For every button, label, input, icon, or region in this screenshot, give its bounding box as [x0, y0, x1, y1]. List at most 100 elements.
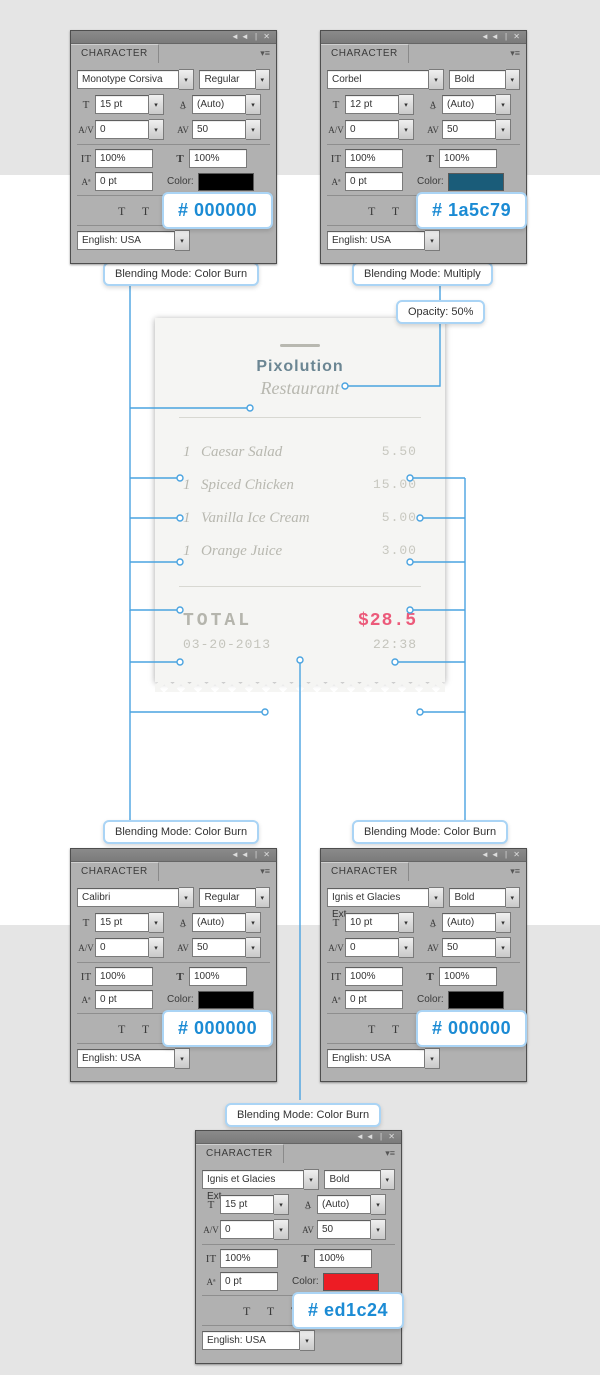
baseline-input[interactable]: 0 pt	[345, 172, 403, 191]
font-style-input[interactable]: Bold	[449, 70, 505, 89]
dropdown-icon[interactable]: ▾	[256, 887, 270, 908]
tracking-input[interactable]: 50	[442, 938, 496, 957]
dropdown-icon[interactable]: ▾	[274, 1219, 289, 1240]
kerning-input[interactable]: 0	[95, 120, 149, 139]
font-style-input[interactable]: Regular	[199, 70, 255, 89]
panel-menu-icon[interactable]: ▾≡	[510, 48, 520, 59]
dropdown-icon[interactable]: ▾	[506, 69, 520, 90]
dropdown-icon[interactable]: ▾	[381, 1169, 395, 1190]
kerning-input[interactable]: 0	[220, 1220, 274, 1239]
dropdown-icon[interactable]: ▾	[506, 887, 520, 908]
dropdown-icon[interactable]: ▾	[149, 94, 164, 115]
font-family-input[interactable]: Monotype Corsiva	[77, 70, 179, 89]
dropdown-icon[interactable]: ▾	[304, 1169, 318, 1190]
vscale-input[interactable]: 100%	[95, 967, 153, 986]
color-swatch[interactable]	[198, 173, 254, 191]
character-tab[interactable]: CHARACTER	[71, 862, 159, 881]
panel-menu-icon[interactable]: ▾≡	[260, 866, 270, 877]
font-size-input[interactable]: 12 pt	[345, 95, 399, 114]
dropdown-icon[interactable]: ▾	[399, 94, 414, 115]
dropdown-icon[interactable]: ▾	[246, 937, 261, 958]
dropdown-icon[interactable]: ▾	[179, 887, 193, 908]
panel-menu-icon[interactable]: ▾≡	[385, 1148, 395, 1159]
dropdown-icon[interactable]: ▾	[429, 69, 443, 90]
dropdown-icon[interactable]: ▾	[425, 1048, 440, 1069]
kerning-input[interactable]: 0	[345, 938, 399, 957]
font-style-input[interactable]: Regular	[199, 888, 255, 907]
leading-input[interactable]: (Auto)	[442, 95, 496, 114]
dropdown-icon[interactable]: ▾	[429, 887, 443, 908]
dropdown-icon[interactable]: ▾	[246, 912, 261, 933]
panel-menu-icon[interactable]: ▾≡	[510, 866, 520, 877]
dropdown-icon[interactable]: ▾	[371, 1194, 386, 1215]
font-style-input[interactable]: Bold	[324, 1170, 380, 1189]
font-size-input[interactable]: 15 pt	[95, 95, 149, 114]
window-controls-icon[interactable]: ◄◄ | ✕	[231, 32, 272, 41]
font-family-input[interactable]: Calibri	[77, 888, 179, 907]
dropdown-icon[interactable]: ▾	[149, 912, 164, 933]
kerning-input[interactable]: 0	[95, 938, 149, 957]
color-swatch[interactable]	[323, 1273, 379, 1291]
hscale-input[interactable]: 100%	[439, 149, 497, 168]
dropdown-icon[interactable]: ▾	[496, 94, 511, 115]
language-input[interactable]: English: USA	[77, 231, 175, 250]
leading-input[interactable]: (Auto)	[192, 913, 246, 932]
font-style-input[interactable]: Bold	[449, 888, 505, 907]
window-controls-icon[interactable]: ◄◄ | ✕	[481, 850, 522, 859]
kerning-input[interactable]: 0	[345, 120, 399, 139]
dropdown-icon[interactable]: ▾	[399, 912, 414, 933]
font-size-input[interactable]: 15 pt	[220, 1195, 274, 1214]
leading-input[interactable]: (Auto)	[442, 913, 496, 932]
dropdown-icon[interactable]: ▾	[149, 937, 164, 958]
vscale-input[interactable]: 100%	[95, 149, 153, 168]
dropdown-icon[interactable]: ▾	[179, 69, 193, 90]
character-tab[interactable]: CHARACTER	[321, 862, 409, 881]
tracking-input[interactable]: 50	[192, 120, 246, 139]
tracking-input[interactable]: 50	[317, 1220, 371, 1239]
dropdown-icon[interactable]: ▾	[496, 912, 511, 933]
panel-menu-icon[interactable]: ▾≡	[260, 48, 270, 59]
font-family-input[interactable]: Ignis et Glacies Ext...	[202, 1170, 304, 1189]
dropdown-icon[interactable]: ▾	[300, 1330, 315, 1351]
dropdown-icon[interactable]: ▾	[175, 230, 190, 251]
tracking-input[interactable]: 50	[192, 938, 246, 957]
vscale-input[interactable]: 100%	[345, 149, 403, 168]
dropdown-icon[interactable]: ▾	[496, 119, 511, 140]
vscale-input[interactable]: 100%	[220, 1249, 278, 1268]
dropdown-icon[interactable]: ▾	[399, 937, 414, 958]
dropdown-icon[interactable]: ▾	[175, 1048, 190, 1069]
font-family-input[interactable]: Corbel	[327, 70, 429, 89]
character-tab[interactable]: CHARACTER	[321, 44, 409, 63]
font-size-input[interactable]: 15 pt	[95, 913, 149, 932]
vscale-input[interactable]: 100%	[345, 967, 403, 986]
language-input[interactable]: English: USA	[77, 1049, 175, 1068]
dropdown-icon[interactable]: ▾	[149, 119, 164, 140]
dropdown-icon[interactable]: ▾	[246, 119, 261, 140]
window-controls-icon[interactable]: ◄◄ | ✕	[231, 850, 272, 859]
hscale-input[interactable]: 100%	[189, 967, 247, 986]
window-controls-icon[interactable]: ◄◄ | ✕	[356, 1132, 397, 1141]
color-swatch[interactable]	[198, 991, 254, 1009]
dropdown-icon[interactable]: ▾	[496, 937, 511, 958]
tracking-input[interactable]: 50	[442, 120, 496, 139]
language-input[interactable]: English: USA	[327, 1049, 425, 1068]
leading-input[interactable]: (Auto)	[317, 1195, 371, 1214]
font-family-input[interactable]: Ignis et Glacies Ext...	[327, 888, 429, 907]
baseline-input[interactable]: 0 pt	[220, 1272, 278, 1291]
baseline-input[interactable]: 0 pt	[95, 990, 153, 1009]
dropdown-icon[interactable]: ▾	[399, 119, 414, 140]
character-tab[interactable]: CHARACTER	[196, 1144, 284, 1163]
color-swatch[interactable]	[448, 173, 504, 191]
baseline-input[interactable]: 0 pt	[95, 172, 153, 191]
hscale-input[interactable]: 100%	[439, 967, 497, 986]
dropdown-icon[interactable]: ▾	[256, 69, 270, 90]
dropdown-icon[interactable]: ▾	[425, 230, 440, 251]
language-input[interactable]: English: USA	[327, 231, 425, 250]
window-controls-icon[interactable]: ◄◄ | ✕	[481, 32, 522, 41]
baseline-input[interactable]: 0 pt	[345, 990, 403, 1009]
dropdown-icon[interactable]: ▾	[274, 1194, 289, 1215]
dropdown-icon[interactable]: ▾	[246, 94, 261, 115]
color-swatch[interactable]	[448, 991, 504, 1009]
hscale-input[interactable]: 100%	[314, 1249, 372, 1268]
character-tab[interactable]: CHARACTER	[71, 44, 159, 63]
